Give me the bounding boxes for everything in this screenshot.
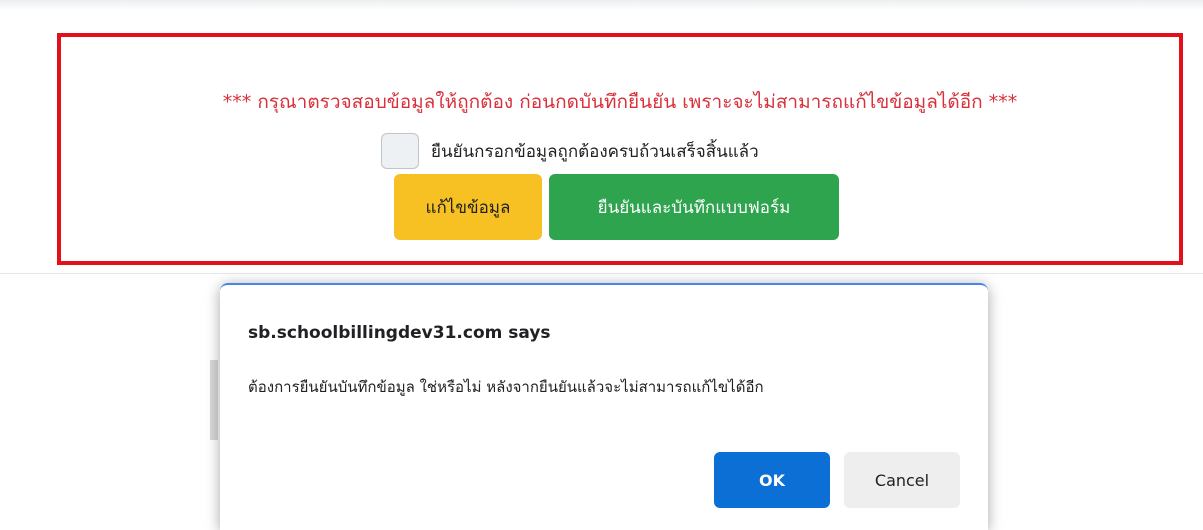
background-page-edge	[210, 360, 218, 440]
confirm-checkbox-label[interactable]: ยืนยันกรอกข้อมูลถูกต้องครบถ้วนเสร็จสิ้นแ…	[431, 138, 759, 165]
confirm-checkbox[interactable]	[381, 133, 419, 169]
ok-button[interactable]: OK	[714, 452, 830, 508]
confirmation-panel: *** กรุณาตรวจสอบข้อมูลให้ถูกต้อง ก่อนกดบ…	[57, 33, 1183, 265]
warning-text: *** กรุณาตรวจสอบข้อมูลให้ถูกต้อง ก่อนกดบ…	[222, 91, 1018, 113]
page: *** กรุณาตรวจสอบข้อมูลให้ถูกต้อง ก่อนกดบ…	[0, 0, 1203, 530]
confirm-save-form-button[interactable]: ยืนยันและบันทึกแบบฟอร์ม	[549, 174, 839, 240]
confirm-dialog: sb.schoolbillingdev31.com says ต้องการยื…	[220, 283, 988, 530]
section-divider	[0, 273, 1203, 274]
top-shadow	[0, 0, 1203, 10]
confirm-row: ยืนยันกรอกข้อมูลถูกต้องครบถ้วนเสร็จสิ้นแ…	[381, 133, 759, 169]
dialog-message: ต้องการยืนยันบันทึกข้อมูล ใช่หรือไม่ หลั…	[248, 378, 764, 396]
dialog-title: sb.schoolbillingdev31.com says	[248, 323, 551, 343]
cancel-button[interactable]: Cancel	[844, 452, 960, 508]
edit-data-button[interactable]: แก้ไขข้อมูล	[394, 174, 542, 240]
